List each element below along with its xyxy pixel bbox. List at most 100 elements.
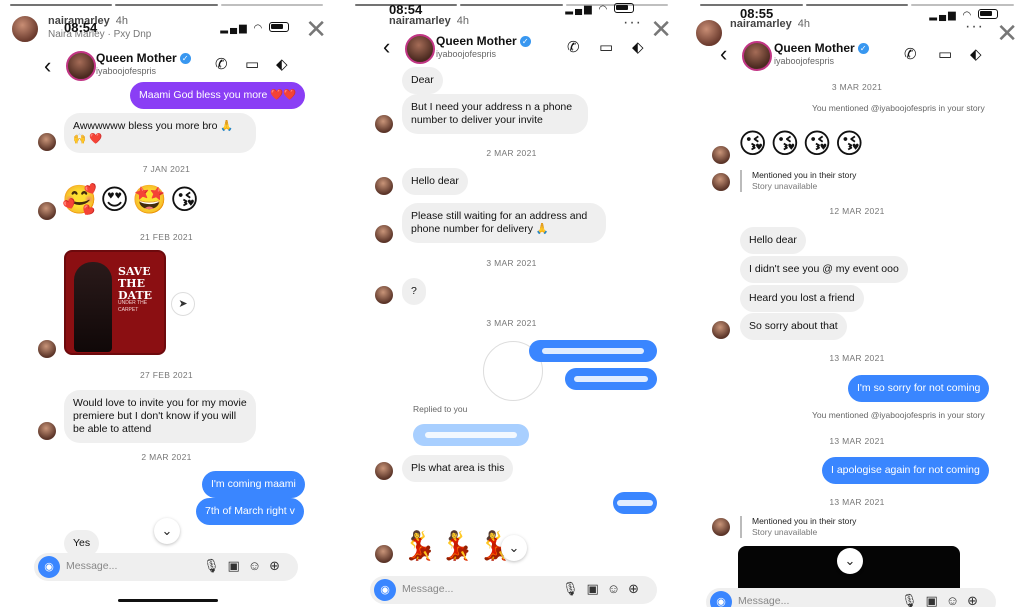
chat-header: ‹ Queen Mother ✓ iyaboojofespris ✆ ▭ ⬖ [690, 39, 1024, 75]
chat-header: ‹ Queen Mother ✓ iyaboojofespris ✆ ▭ ⬖ [0, 49, 333, 85]
message-outgoing[interactable]: I'm so sorry for not coming [848, 375, 990, 402]
message-incoming[interactable]: Pls what area is this [402, 455, 514, 482]
message-outgoing[interactable]: 7th of March right v [196, 498, 304, 525]
poster-figure [74, 262, 112, 352]
emoji-message[interactable]: 🥰😍🤩😘 [62, 184, 202, 216]
video-icon[interactable]: ▭ [599, 38, 613, 56]
story-panel-2: nairamarley 4h 08:54 ▂▄▆ ◠ ··· ✕ ‹ Queen … [345, 0, 678, 607]
message-incoming[interactable]: Awwwwww bless you more bro 🙏 🙌 ❤️ [64, 113, 256, 153]
avatar [38, 133, 56, 151]
replied-label: Replied to you [413, 404, 468, 414]
message-outgoing-redacted[interactable] [613, 492, 657, 514]
date-separator: 2 MAR 2021 [486, 148, 537, 158]
story-mention-status: Story unavailable [752, 181, 818, 191]
phone-icon[interactable]: ✆ [904, 45, 917, 63]
story-mention[interactable]: Mentioned you in their story Story unava… [740, 170, 856, 192]
composer-icons[interactable]: 🎙▣☺⊕ [562, 581, 647, 597]
share-icon[interactable]: ➤ [171, 292, 195, 316]
back-icon[interactable]: ‹ [720, 43, 727, 65]
chat-avatar[interactable] [405, 34, 435, 64]
chevron-down-icon[interactable]: ⌄ [501, 535, 527, 561]
quoted-reply-redacted[interactable] [413, 424, 529, 446]
date-separator: 13 MAR 2021 [829, 436, 885, 446]
story-mention[interactable]: Mentioned you in their story Story unava… [740, 516, 856, 538]
emoji-message[interactable]: 💃💃💃 [402, 530, 516, 562]
chevron-down-icon[interactable]: ⌄ [154, 518, 180, 544]
avatar [38, 340, 56, 358]
camera-icon[interactable]: ◉ [38, 556, 60, 578]
chat-handle: iyaboojofespris [774, 56, 835, 66]
message-outgoing[interactable]: I'm coming maami [202, 471, 305, 498]
message-outgoing[interactable]: Maami God bless you more ❤️❤️ [130, 82, 306, 109]
verified-icon: ✓ [519, 36, 531, 47]
message-composer[interactable]: ◉ Message... 🎙▣☺⊕ [370, 576, 657, 604]
message-incoming[interactable]: Please still waiting for an address and … [402, 203, 606, 243]
emoji-message[interactable]: 😘😘😘😘 [738, 128, 867, 160]
phone-icon[interactable]: ✆ [567, 38, 580, 56]
mention-note: You mentioned @iyaboojofespris in your s… [812, 410, 985, 420]
story-avatar[interactable] [10, 14, 40, 44]
chat-avatar[interactable] [66, 51, 96, 81]
back-icon[interactable]: ‹ [383, 36, 390, 58]
tag-icon[interactable]: ⬖ [632, 38, 644, 56]
message-incoming[interactable]: Hello dear [402, 168, 468, 195]
status-icons: ▂▄▆ ◠ [929, 8, 998, 21]
phone-icon[interactable]: ✆ [215, 55, 228, 73]
message-input[interactable]: Message... [402, 583, 453, 595]
message-incoming[interactable]: Dear [402, 67, 443, 94]
message-composer[interactable]: ◉ Message... 🎙▣☺⊕ [706, 588, 996, 607]
message-outgoing-redacted[interactable] [565, 368, 657, 390]
close-icon[interactable]: ✕ [305, 16, 327, 42]
message-input[interactable]: Message... [66, 560, 117, 572]
message-incoming[interactable]: Heard you lost a friend [740, 285, 864, 312]
shared-post-image[interactable]: SAVE THE DATE UNDER THE CARPET [64, 250, 166, 355]
message-incoming[interactable]: So sorry about that [740, 313, 847, 340]
avatar [712, 518, 730, 536]
tag-icon[interactable]: ⬖ [276, 55, 288, 73]
verified-icon: ✓ [857, 43, 869, 54]
camera-icon[interactable]: ◉ [710, 591, 732, 607]
date-separator: 3 MAR 2021 [486, 318, 537, 328]
camera-icon[interactable]: ◉ [374, 579, 396, 601]
chat-name[interactable]: Queen Mother ✓ [96, 51, 191, 65]
poster-title: SAVE THE DATE [118, 265, 153, 302]
message-incoming[interactable]: Would love to invite you for my movie pr… [64, 390, 256, 443]
composer-icons[interactable]: 🎙▣☺⊕ [203, 558, 288, 574]
avatar [38, 202, 56, 220]
video-icon[interactable]: ▭ [938, 45, 952, 63]
message-outgoing-redacted[interactable] [529, 340, 657, 362]
message-outgoing[interactable]: I apologise again for not coming [822, 457, 989, 484]
message-input[interactable]: Message... [738, 595, 789, 607]
verified-icon: ✓ [179, 53, 191, 64]
chat-handle: iyaboojofespris [96, 66, 157, 76]
message-incoming[interactable]: I didn't see you @ my event ooo [740, 256, 908, 283]
message-composer[interactable]: ◉ Message... 🎙▣☺⊕ [34, 553, 298, 581]
date-separator: 21 FEB 2021 [140, 232, 193, 242]
story-panel-3: nairamarley 4h 08:55 ▂▄▆ ◠ ··· ✕ ‹ Queen … [690, 0, 1024, 607]
back-icon[interactable]: ‹ [44, 55, 51, 77]
chat-handle: iyaboojofespris [436, 49, 497, 59]
avatar [38, 422, 56, 440]
chat-avatar[interactable] [742, 41, 772, 71]
status-time: 08:54 [64, 20, 98, 35]
tag-icon[interactable]: ⬖ [970, 45, 982, 63]
more-icon[interactable]: ··· [623, 14, 642, 32]
date-separator: 12 MAR 2021 [829, 206, 885, 216]
chevron-down-icon[interactable]: ⌄ [837, 548, 863, 574]
chat-name[interactable]: Queen Mother ✓ [774, 41, 869, 55]
message-incoming[interactable]: But I need your address n a phone number… [402, 94, 588, 134]
chat-header: ‹ Queen Mother ✓ iyaboojofespris ✆ ▭ ⬖ [345, 32, 678, 68]
date-separator: 2 MAR 2021 [141, 452, 192, 462]
status-icons: ▂▄▆ ◠ [220, 21, 289, 34]
composer-icons[interactable]: 🎙▣☺⊕ [901, 593, 986, 607]
date-separator: 13 MAR 2021 [829, 497, 885, 507]
date-separator: 13 MAR 2021 [829, 353, 885, 363]
chat-name[interactable]: Queen Mother ✓ [436, 34, 531, 48]
story-panel-1: nairamarley 4h Naira Marley · Pxy Dnp 08:… [0, 0, 333, 607]
more-icon[interactable]: ··· [965, 18, 984, 36]
message-incoming[interactable]: Hello dear [740, 227, 806, 254]
message-incoming[interactable]: ? [402, 278, 426, 305]
story-mention-status: Story unavailable [752, 527, 818, 537]
video-icon[interactable]: ▭ [245, 55, 259, 73]
avatar [375, 177, 393, 195]
